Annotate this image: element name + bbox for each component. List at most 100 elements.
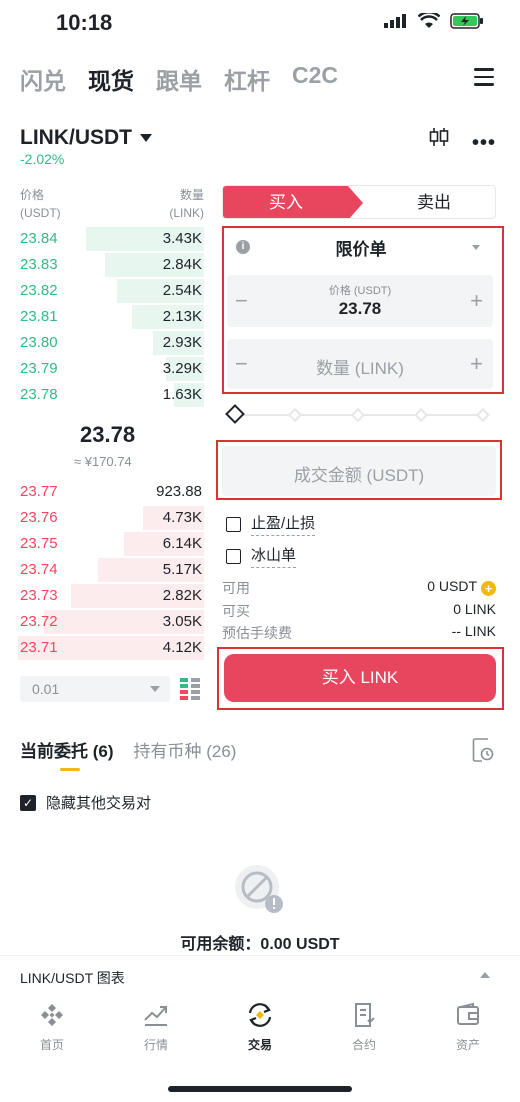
amount-slider[interactable]	[225, 404, 491, 424]
tab-open-orders[interactable]: 当前委托 (6)	[20, 737, 114, 762]
ask-row[interactable]: 23.80 2.93K	[0, 330, 210, 356]
markets-icon	[144, 1006, 167, 1026]
bottom-nav-trade[interactable]: 交易	[220, 1002, 300, 1062]
quantity-increment-button[interactable]: +	[470, 351, 483, 377]
candlestick-chart-icon[interactable]	[428, 126, 450, 148]
orderbook-view-toggle-icon[interactable]	[180, 678, 200, 700]
bid-row[interactable]: 23.76 4.73K	[0, 505, 210, 531]
available-row: 可用 0 USDT +	[222, 578, 496, 598]
home-indicator	[168, 1086, 352, 1092]
ask-quantity: 2.13K	[162, 308, 202, 325]
available-balance: 可用余额：0.00 USDT	[180, 936, 340, 953]
tab-holdings[interactable]: 持有币种 (26)	[134, 737, 237, 762]
total-amount-input[interactable]: 成交金额 (USDT)	[222, 446, 496, 496]
ask-row[interactable]: 23.84 3.43K	[0, 226, 210, 252]
can-buy-value: 0 LINK	[453, 601, 496, 617]
qty-header-unit: (LINK)	[169, 206, 204, 220]
bid-row[interactable]: 23.77 923.88	[0, 479, 210, 505]
nav-tab-convert[interactable]: 闪兑	[20, 62, 66, 96]
ask-quantity: 2.93K	[162, 334, 202, 351]
ask-row[interactable]: 23.82 2.54K	[0, 278, 210, 304]
bottom-nav-assets[interactable]: 资产	[428, 1002, 508, 1062]
tp-sl-label: 止盈/止损	[251, 512, 316, 536]
orders-tabs: 当前委托 (6) 持有币种 (26)	[20, 737, 236, 762]
order-type-select[interactable]: i 限价单	[226, 232, 490, 262]
qty-header-label: 数量	[179, 188, 204, 202]
slider-step-25[interactable]	[287, 407, 303, 423]
iceberg-option[interactable]: 冰山单	[226, 544, 297, 568]
ask-row[interactable]: 23.81 2.13K	[0, 304, 210, 330]
ask-price: 23.83	[20, 256, 58, 273]
ask-row[interactable]: 23.83 2.84K	[0, 252, 210, 278]
bottom-nav: 首页 行情 交易 合约 资产	[0, 1002, 520, 1062]
price-input[interactable]: − 价格 (USDT) 23.78 +	[227, 275, 493, 327]
buy-link-button[interactable]: 买入 LINK	[224, 654, 496, 702]
chart-drawer-label: LINK/USDT 图表	[20, 970, 125, 986]
order-type-label: 限价单	[335, 239, 387, 259]
bid-price: 23.77	[20, 483, 58, 500]
bid-row[interactable]: 23.74 5.17K	[0, 557, 210, 583]
available-label: 可用	[222, 580, 250, 596]
hamburger-menu-icon[interactable]	[474, 68, 494, 91]
pair-selector[interactable]: LINK/USDT	[20, 126, 152, 150]
bid-row[interactable]: 23.72 3.05K	[0, 609, 210, 635]
check-icon[interactable]: ✓	[20, 794, 36, 811]
bottom-nav-markets[interactable]: 行情	[116, 1002, 196, 1062]
nav-tab-copy-trading[interactable]: 跟单	[156, 62, 202, 96]
quantity-input[interactable]: − 数量 (LINK) +	[227, 339, 493, 389]
bid-price: 23.72	[20, 613, 58, 630]
tp-sl-option[interactable]: 止盈/止损	[226, 512, 316, 536]
bid-row[interactable]: 23.75 6.14K	[0, 531, 210, 557]
price-input-label: 价格 (USDT)	[328, 285, 392, 297]
battery-charging-icon	[450, 13, 483, 29]
caret-down-icon	[150, 686, 160, 692]
slider-step-100[interactable]	[475, 407, 491, 423]
total-placeholder: 成交金额 (USDT)	[293, 466, 425, 485]
bid-row[interactable]: 23.71 4.12K	[0, 635, 210, 661]
bid-price: 23.76	[20, 509, 58, 526]
bottom-nav-home[interactable]: 首页	[12, 1002, 92, 1062]
nav-tab-spot[interactable]: 现货	[88, 62, 134, 96]
ask-row[interactable]: 23.78 1.63K	[0, 382, 210, 408]
nav-tab-margin[interactable]: 杠杆	[224, 62, 270, 96]
active-tab-indicator	[60, 768, 80, 771]
chart-drawer[interactable]: LINK/USDT 图表	[0, 955, 520, 995]
orderbook-qty-header: 数量 (LINK)	[150, 186, 204, 222]
hide-other-pairs-option[interactable]: ✓ 隐藏其他交易对	[20, 792, 151, 813]
bid-price: 23.74	[20, 561, 58, 578]
slider-step-75[interactable]	[413, 407, 429, 423]
order-history-icon[interactable]	[472, 738, 494, 762]
ask-price: 23.82	[20, 282, 58, 299]
available-value: 0 USDT	[427, 578, 477, 594]
info-icon[interactable]: i	[236, 240, 250, 254]
ask-quantity: 2.84K	[162, 256, 202, 273]
slider-handle[interactable]	[225, 404, 245, 424]
ask-price: 23.80	[20, 334, 58, 351]
bid-quantity: 4.73K	[162, 509, 202, 526]
slider-step-50[interactable]	[350, 407, 366, 423]
ask-row[interactable]: 23.79 3.29K	[0, 356, 210, 382]
ask-quantity: 3.29K	[162, 360, 202, 377]
bottom-nav-assets-label: 资产	[455, 1038, 480, 1052]
bottom-nav-home-label: 首页	[39, 1038, 64, 1052]
tab-buy[interactable]: 买入	[223, 186, 363, 218]
add-funds-icon[interactable]: +	[481, 581, 496, 596]
can-buy-label: 可买	[222, 603, 250, 619]
last-price: 23.78	[80, 422, 136, 447]
iceberg-checkbox[interactable]	[226, 548, 241, 564]
can-buy-row: 可买 0 LINK	[222, 601, 496, 621]
caret-up-icon[interactable]	[480, 972, 490, 978]
fee-row: 预估手续费 -- LINK	[222, 623, 496, 643]
price-header-unit: (USDT)	[20, 206, 61, 220]
iceberg-label: 冰山单	[251, 544, 297, 568]
tp-sl-checkbox[interactable]	[226, 516, 241, 532]
tab-sell[interactable]: 卖出	[371, 186, 495, 218]
bid-quantity: 923.88	[156, 483, 202, 500]
price-increment-button[interactable]: +	[470, 288, 483, 314]
nav-tab-c2c[interactable]: C2C	[292, 62, 338, 96]
bottom-nav-futures[interactable]: 合约	[324, 1002, 404, 1062]
more-options-icon[interactable]: •••	[472, 132, 496, 155]
wifi-icon	[418, 13, 440, 28]
depth-precision-select[interactable]: 0.01	[20, 676, 170, 702]
bid-row[interactable]: 23.73 2.82K	[0, 583, 210, 609]
